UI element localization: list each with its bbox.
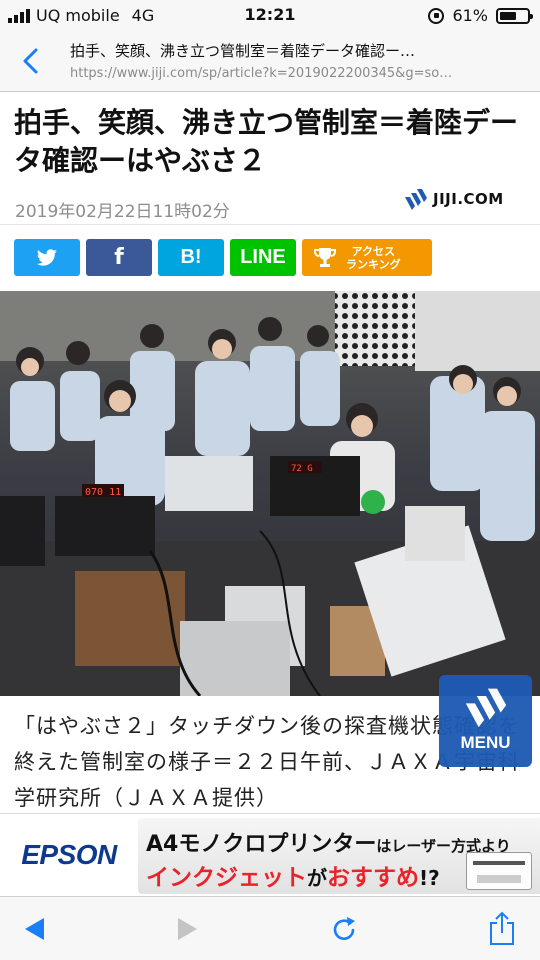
jiji-mark-icon xyxy=(465,688,507,728)
twitter-share-button[interactable] xyxy=(14,239,80,276)
ad-headline: A4モノクロプリンターはレーザー方式より xyxy=(146,826,511,858)
menu-label: MENU xyxy=(460,733,511,752)
back-chevron-icon[interactable] xyxy=(16,44,46,78)
battery-icon xyxy=(496,7,533,24)
article-photo[interactable]: 070 11 72 G xyxy=(0,291,540,696)
ad-subline-black: が xyxy=(307,866,327,890)
page-url[interactable]: https://www.jiji.com/sp/article?k=201902… xyxy=(70,66,525,81)
ad-brand-text: EPSON xyxy=(21,839,117,870)
battery-percent: 61% xyxy=(452,6,488,25)
jiji-logo[interactable]: JIJI.COM xyxy=(403,187,504,211)
browser-address-bar: 拍手、笑顔、沸き立つ管制室＝着陸データ確認ー… https://www.jiji… xyxy=(0,30,540,92)
status-right: 61% xyxy=(428,6,533,25)
monitor-led-label-2: 72 G xyxy=(291,464,313,474)
printer-icon xyxy=(466,852,532,890)
browser-toolbar xyxy=(0,896,540,960)
control-room-photo: 070 11 72 G xyxy=(0,291,540,696)
ad-subline-red: インクジェット xyxy=(146,865,307,891)
ranking-label-line1: アクセス xyxy=(351,244,396,258)
ad-content: A4モノクロプリンターはレーザー方式より インクジェットがおすすめ!? xyxy=(138,818,540,894)
ad-subline-black-2: !? xyxy=(419,866,440,890)
trophy-icon xyxy=(314,247,336,267)
share-icon[interactable] xyxy=(484,911,520,947)
monitor-led-label-1: 070 11 xyxy=(85,487,121,498)
jiji-mark-icon xyxy=(405,189,427,210)
facebook-share-button[interactable]: f xyxy=(86,239,152,276)
toolbar-back-icon[interactable] xyxy=(16,911,52,947)
ad-subline-red-2: おすすめ xyxy=(327,865,419,891)
ad-banner[interactable]: EPSON A4モノクロプリンターはレーザー方式より インクジェットがおすすめ!… xyxy=(0,813,540,896)
ranking-label: アクセス ランキング xyxy=(346,245,401,271)
jiji-brand-text: JIJI.COM xyxy=(433,190,504,208)
reload-icon[interactable] xyxy=(326,911,362,947)
ad-subline: インクジェットがおすすめ!? xyxy=(146,858,440,892)
status-bar: UQ mobile 4G 12:21 61% xyxy=(0,0,540,30)
access-ranking-button[interactable]: アクセス ランキング xyxy=(302,239,432,276)
toolbar-forward-icon[interactable] xyxy=(170,911,206,947)
article-dateline: 2019年02月22日11時02分 xyxy=(15,202,230,222)
divider xyxy=(0,224,540,225)
ad-brand-logo: EPSON xyxy=(0,814,138,896)
hatena-bookmark-button[interactable]: B! xyxy=(158,239,224,276)
page-title[interactable]: 拍手、笑顔、沸き立つ管制室＝着陸データ確認ー… xyxy=(70,40,525,61)
twitter-bird-icon xyxy=(36,248,57,266)
battery-fill xyxy=(500,11,516,20)
menu-button[interactable]: MENU xyxy=(439,675,532,767)
orientation-lock-icon xyxy=(428,7,445,24)
ad-headline-main: A4モノクロプリンター xyxy=(146,832,377,857)
article-headline: 拍手、笑顔、沸き立つ管制室＝着陸データ確認ーはやぶさ２ xyxy=(14,106,519,177)
ranking-label-line2: ランキング xyxy=(346,257,401,271)
line-share-button[interactable]: LINE xyxy=(230,239,296,276)
